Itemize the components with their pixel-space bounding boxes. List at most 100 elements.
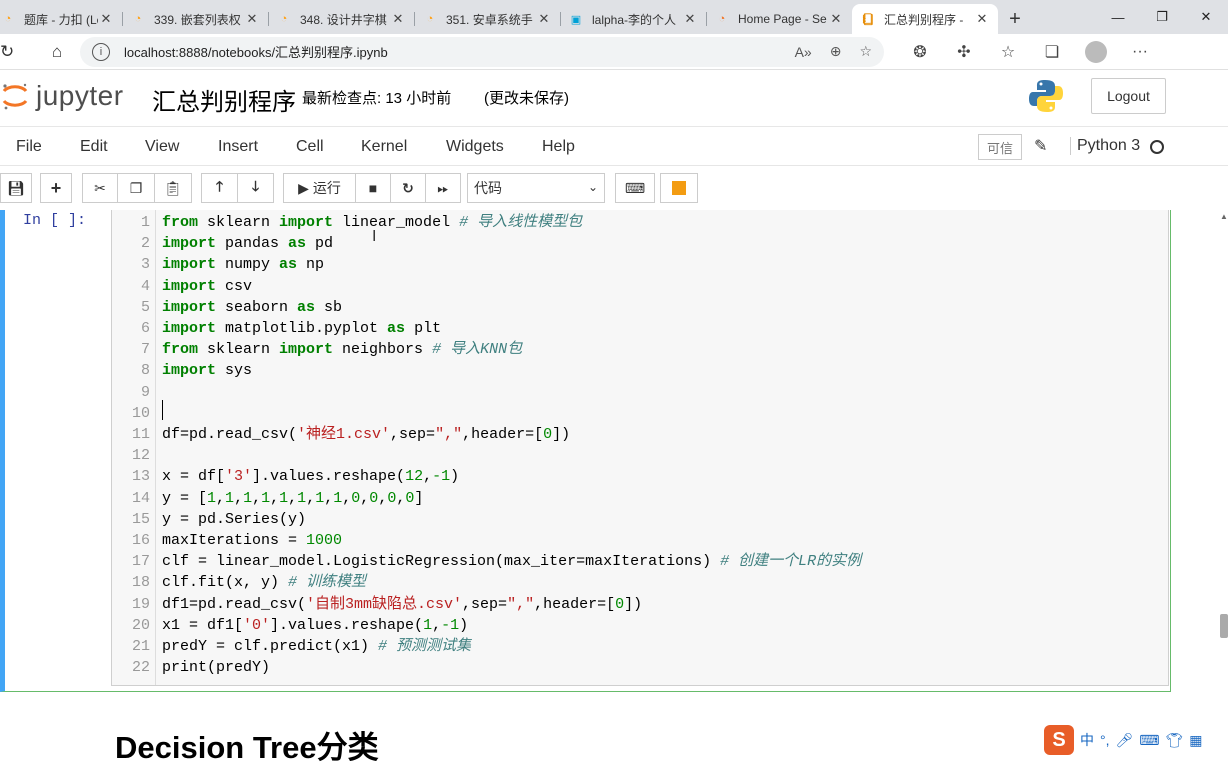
move-down-button[interactable]: 🡓 (237, 173, 274, 203)
close-tab-icon[interactable]: ✕ (536, 11, 552, 27)
run-button[interactable]: ▶ 运行 (283, 173, 356, 203)
interrupt-button[interactable]: ■ (355, 173, 391, 203)
tab-title: 339. 嵌套列表权 (154, 12, 241, 27)
save-button[interactable]: 💾︎ (0, 173, 32, 203)
close-tab-icon[interactable]: ✕ (828, 11, 844, 27)
code-line[interactable]: x1 = df1['0'].values.reshape(1,-1) (162, 615, 468, 636)
menu-cell[interactable]: Cell (296, 138, 324, 156)
insert-cell-button[interactable]: + (40, 173, 72, 203)
menu-view[interactable]: View (145, 138, 179, 156)
scrollbar-thumb[interactable] (1220, 614, 1228, 638)
paste-button[interactable]: 📋︎ (154, 173, 192, 203)
jupyter-logo[interactable]: jupyter (0, 80, 124, 112)
code-line[interactable]: import pandas as pd (162, 233, 333, 254)
menu-help[interactable]: Help (542, 138, 575, 156)
line-number: 1 (140, 214, 150, 231)
browser-tab[interactable]: ▣ lalpha-李的个人 ✕ (560, 4, 706, 34)
add-favorite-icon[interactable]: ☆ (859, 43, 872, 60)
move-up-button[interactable]: 🡑 (201, 173, 238, 203)
nbextension-button[interactable] (660, 173, 698, 203)
close-window-icon[interactable]: ✕ (1184, 0, 1228, 34)
keyboard-layout-icon[interactable]: ⌨ (1139, 732, 1159, 749)
menu-edit[interactable]: Edit (80, 138, 108, 156)
notebook-name[interactable]: 汇总判别程序 (152, 82, 296, 117)
close-tab-icon[interactable]: ✕ (98, 11, 114, 27)
code-line[interactable]: x = df['3'].values.reshape(12,-1) (162, 466, 459, 487)
code-line[interactable]: clf = linear_model.LogisticRegression(ma… (162, 551, 861, 572)
browser-tab[interactable]: ◔ 348. 设计井字棋 ✕ (268, 4, 414, 34)
notebook-icon: 📒︎ (861, 13, 875, 26)
code-line[interactable]: from sklearn import neighbors # 导入KNN包 (162, 339, 522, 360)
address-bar: ↻ ⌂ i localhost:8888/notebooks/汇总判别程序.ip… (0, 34, 1228, 70)
url-text[interactable]: localhost:8888/notebooks/汇总判别程序.ipynb (124, 42, 777, 61)
code-line[interactable]: import sys (162, 360, 252, 381)
code-line[interactable]: import numpy as np (162, 254, 324, 275)
copy-button[interactable]: ❐ (117, 173, 155, 203)
tab-title: 汇总判别程序 - (884, 12, 964, 27)
run-label: 运行 (312, 180, 341, 196)
cut-button[interactable]: ✂ (82, 173, 118, 203)
browser-tab[interactable]: 📒︎ 汇总判别程序 - ✕ (852, 4, 998, 34)
microphone-icon[interactable]: 🎤︎ (1116, 732, 1134, 749)
toolbox-icon[interactable]: ▦ (1189, 732, 1202, 749)
browser-tab[interactable]: ◔ Home Page - Se ✕ (706, 4, 852, 34)
menu-kernel[interactable]: Kernel (361, 138, 407, 156)
extension-icon[interactable]: ❂ (898, 37, 942, 67)
browser-tab[interactable]: ◔ 351. 安卓系统手 ✕ (414, 4, 560, 34)
logout-button[interactable]: Logout (1091, 78, 1166, 114)
line-number: 12 (131, 447, 150, 465)
browser-tab[interactable]: ◔ 题库 - 力扣 (Lee✕ (0, 4, 122, 34)
menu-file[interactable]: File (16, 138, 42, 156)
ime-mode-label[interactable]: 中 (1080, 730, 1094, 750)
close-tab-icon[interactable]: ✕ (390, 11, 406, 27)
ime-toolbar[interactable]: S 中 °, 🎤︎ ⌨ 👕︎ ▦ (1044, 724, 1203, 756)
code-line[interactable]: import matplotlib.pyplot as plt (162, 318, 441, 339)
restart-run-all-button[interactable]: ⏩︎ (425, 173, 461, 203)
restart-button[interactable]: ↻ (390, 173, 426, 203)
refresh-icon[interactable]: ↻ (0, 37, 18, 67)
profile-avatar[interactable] (1074, 37, 1118, 67)
close-tab-icon[interactable]: ✕ (974, 11, 990, 27)
line-number: 5 (140, 298, 150, 316)
code-line[interactable]: clf.fit(x, y) # 训练模型 (162, 572, 366, 593)
close-tab-icon[interactable]: ✕ (682, 11, 698, 27)
home-icon[interactable]: ⌂ (40, 37, 74, 67)
code-line[interactable]: import csv (162, 276, 252, 297)
code-line[interactable]: df=pd.read_csv('神经1.csv',sep=",",header=… (162, 424, 570, 445)
code-line[interactable]: predY = clf.predict(x1) # 预测测试集 (162, 636, 471, 657)
kernel-name[interactable]: Python 3 (1070, 137, 1140, 155)
code-editor[interactable]: 1 from sklearn import linear_model # 导入线性… (111, 210, 1169, 686)
punctuation-icon[interactable]: °, (1100, 732, 1110, 748)
scroll-up-arrow-icon[interactable]: ▲ (1220, 212, 1228, 221)
minimize-icon[interactable]: — (1096, 0, 1140, 34)
code-cell[interactable]: In [ ]: 1 from sklearn import linear_mode… (0, 210, 1171, 692)
skin-icon[interactable]: 👕︎ (1166, 732, 1184, 749)
puzzle-icon[interactable]: ✣ (942, 37, 986, 67)
jupyter-logo-icon (2, 83, 28, 110)
page-scrollbar[interactable]: ▲ (1192, 210, 1228, 768)
read-aloud-icon[interactable]: A» (795, 44, 812, 60)
code-line[interactable]: y = [1,1,1,1,1,1,1,1,0,0,0,0] (162, 488, 423, 509)
code-line[interactable]: import seaborn as sb (162, 297, 342, 318)
code-line[interactable]: y = pd.Series(y) (162, 509, 306, 530)
menu-insert[interactable]: Insert (218, 138, 258, 156)
code-line[interactable]: print(predY) (162, 657, 270, 678)
trusted-indicator[interactable]: 可信 (978, 134, 1022, 160)
info-icon[interactable]: i (92, 42, 110, 61)
zoom-icon[interactable]: ⊕ (830, 43, 842, 60)
command-palette-button[interactable]: ⌨ (615, 173, 655, 203)
more-icon[interactable]: ··· (1118, 37, 1162, 67)
browser-tab[interactable]: ◔ 339. 嵌套列表权 ✕ (122, 4, 268, 34)
new-tab-button[interactable]: + (998, 4, 1032, 34)
code-line[interactable]: maxIterations = 1000 (162, 530, 342, 551)
collections-icon[interactable]: ❏ (1030, 37, 1074, 67)
code-line[interactable]: df1=pd.read_csv('自制3mm缺陷总.csv',sep=",",h… (162, 594, 642, 615)
close-tab-icon[interactable]: ✕ (244, 11, 260, 27)
menu-widgets[interactable]: Widgets (446, 138, 504, 156)
cell-type-value: 代码 (474, 180, 502, 196)
maximize-icon[interactable]: ❐ (1140, 0, 1184, 34)
url-box[interactable]: i localhost:8888/notebooks/汇总判别程序.ipynb … (80, 36, 884, 67)
favorites-icon[interactable]: ☆ (986, 37, 1030, 67)
cell-type-select[interactable]: 代码 ⌄ (467, 173, 605, 203)
sogou-ime-icon[interactable]: S (1044, 725, 1074, 755)
